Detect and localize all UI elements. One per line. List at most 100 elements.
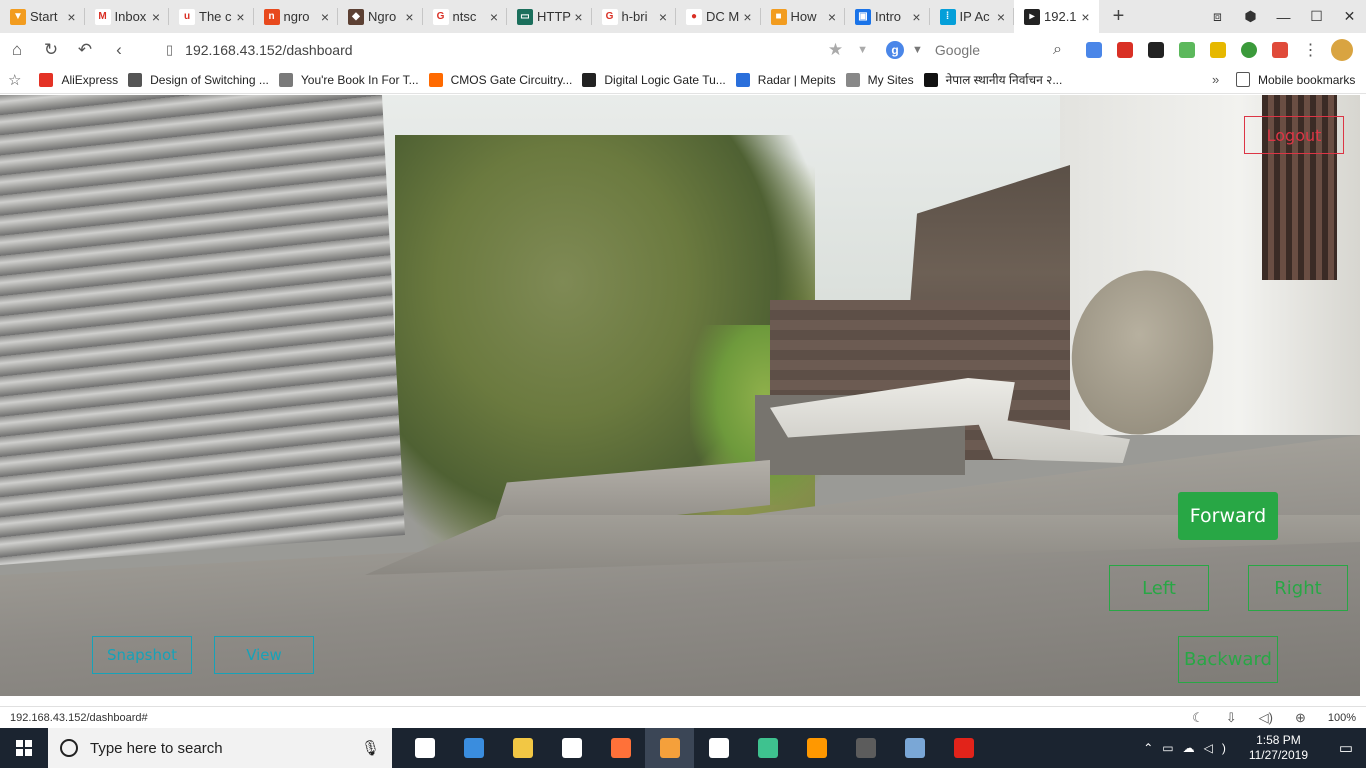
download-status-icon[interactable]: ⇩: [1226, 710, 1237, 726]
right-button[interactable]: Right: [1248, 565, 1348, 611]
taskbar-app-app-green[interactable]: [743, 728, 792, 768]
zoom-icon[interactable]: ⊕: [1295, 710, 1306, 726]
tab-close-icon[interactable]: ×: [656, 9, 670, 25]
tab-2[interactable]: M Inbox ×: [85, 0, 170, 33]
taskbar-app-app-orange[interactable]: [645, 728, 694, 768]
page-info-icon[interactable]: ▯: [166, 42, 173, 58]
globe-icon[interactable]: [1233, 33, 1264, 66]
translate-icon[interactable]: [1078, 33, 1109, 66]
bookmark-star-icon[interactable]: ★: [828, 40, 843, 60]
mute-icon[interactable]: ◁): [1259, 710, 1273, 726]
tab-close-icon[interactable]: ×: [487, 9, 501, 25]
bookmark-item[interactable]: CMOS Gate Circuitry...: [428, 72, 572, 87]
extension-yellow-icon[interactable]: [1202, 33, 1233, 66]
new-tab-button[interactable]: +: [1099, 0, 1139, 33]
bookmark-item[interactable]: नेपाल स्थानीय निर्वाचन २...: [923, 71, 1062, 88]
tab-5[interactable]: ◆ Ngro ×: [338, 0, 423, 33]
taskbar-app-store[interactable]: [547, 728, 596, 768]
tab-close-icon[interactable]: ×: [825, 9, 839, 25]
taskbar-app-app-tool[interactable]: [890, 728, 939, 768]
tab-11[interactable]: ▣ Intro ×: [845, 0, 930, 33]
tab-7[interactable]: ▭ HTTP ×: [507, 0, 592, 33]
taskbar-app-file-explorer[interactable]: [498, 728, 547, 768]
bookmark-star-icon[interactable]: ☆: [8, 71, 21, 89]
url-dropdown-icon[interactable]: ▼: [857, 44, 868, 56]
tab-1[interactable]: ▼ Start ×: [0, 0, 85, 33]
tab-manager-icon[interactable]: ⧈: [1201, 0, 1234, 33]
tab-close-icon[interactable]: ×: [403, 9, 417, 25]
tab-close-icon[interactable]: ×: [910, 9, 924, 25]
extension-mask-icon[interactable]: [1140, 33, 1171, 66]
tab-strip: ▼ Start × M Inbox × u The c × n ngro × ◆ Ngro × Gntsc × ▭…: [0, 0, 1366, 33]
tab-13[interactable]: ▸ 192.1 ×: [1014, 0, 1099, 33]
tab-close-icon[interactable]: ×: [572, 9, 586, 25]
tab-close-icon[interactable]: ×: [65, 9, 79, 25]
search-icon[interactable]: ⌕: [1053, 41, 1062, 59]
menu-icon[interactable]: ⋮: [1295, 33, 1326, 66]
undo-close-tab-icon[interactable]: ↶: [68, 33, 102, 66]
tab-4[interactable]: n ngro ×: [254, 0, 339, 33]
tab-3[interactable]: u The c ×: [169, 0, 254, 33]
logout-button[interactable]: Logout: [1244, 116, 1344, 154]
start-button[interactable]: [0, 728, 48, 768]
close-window-button[interactable]: ✕: [1333, 0, 1366, 33]
address-bar[interactable]: ▯ 192.168.43.152/dashboard ★ ▼: [160, 33, 868, 66]
search-engine-label[interactable]: Google: [935, 42, 1053, 58]
back-icon[interactable]: ‹: [102, 33, 136, 66]
view-button[interactable]: View: [214, 636, 314, 674]
tab-10[interactable]: ■ How ×: [761, 0, 846, 33]
bookmark-item[interactable]: My Sites: [845, 72, 914, 87]
clock[interactable]: 1:58 PM 11/27/2019: [1249, 733, 1308, 763]
bookmark-item[interactable]: AliExpress: [39, 72, 118, 87]
tab-9[interactable]: ● DC M ×: [676, 0, 761, 33]
tab-12[interactable]: ⁞ IP Ac ×: [930, 0, 1015, 33]
zoom-level[interactable]: 100%: [1328, 712, 1356, 724]
tab-close-icon[interactable]: ×: [234, 9, 248, 25]
taskbar-app-firefox[interactable]: [596, 728, 645, 768]
taskbar-app-app-game[interactable]: [841, 728, 890, 768]
taskbar-search[interactable]: Type here to search 🎙: [48, 728, 392, 768]
tab-close-icon[interactable]: ×: [994, 9, 1008, 25]
snapshot-button[interactable]: Snapshot: [92, 636, 192, 674]
url-text[interactable]: 192.168.43.152/dashboard: [185, 42, 828, 58]
tab-close-icon[interactable]: ×: [318, 9, 332, 25]
home-icon[interactable]: ⌂: [0, 33, 34, 66]
taskbar-app-sublime[interactable]: [792, 728, 841, 768]
search-box[interactable]: g ▼ Google ⌕: [886, 33, 1062, 66]
bookmark-item[interactable]: Design of Switching ...: [128, 72, 269, 87]
bookmark-item[interactable]: You're Book In For T...: [278, 72, 419, 87]
backward-button[interactable]: Backward: [1178, 636, 1278, 683]
forward-button[interactable]: Forward: [1178, 492, 1278, 540]
tab-close-icon[interactable]: ×: [149, 9, 163, 25]
taskbar-search-placeholder[interactable]: Type here to search: [90, 740, 361, 757]
maximize-button[interactable]: ☐: [1300, 0, 1333, 33]
tab-8[interactable]: Gh-bri ×: [592, 0, 677, 33]
extension-red-icon[interactable]: [1109, 33, 1140, 66]
tray-icons[interactable]: ⌃▭☁◁): [1143, 741, 1235, 755]
left-button[interactable]: Left: [1109, 565, 1209, 611]
bookmarks-overflow-icon[interactable]: »: [1212, 72, 1219, 87]
mobile-bookmarks[interactable]: Mobile bookmarks: [1236, 72, 1355, 87]
tab-6[interactable]: Gntsc ×: [423, 0, 508, 33]
megaphone-icon[interactable]: [1264, 33, 1295, 66]
taskbar-app-acrobat[interactable]: [939, 728, 988, 768]
download-icon[interactable]: [1171, 33, 1202, 66]
google-icon[interactable]: g: [886, 40, 904, 59]
extension-icon[interactable]: ⬢: [1234, 0, 1267, 33]
search-engine-dropdown-icon[interactable]: ▼: [912, 44, 923, 56]
reload-icon[interactable]: ↻: [34, 33, 68, 66]
night-mode-icon[interactable]: ☾: [1192, 710, 1204, 726]
tab-close-icon[interactable]: ×: [741, 9, 755, 25]
cortana-icon: [60, 739, 78, 757]
bookmark-item[interactable]: Digital Logic Gate Tu...: [582, 72, 726, 87]
bookmark-item[interactable]: Radar | Mepits: [735, 72, 836, 87]
taskbar-app-task-view[interactable]: [400, 728, 449, 768]
system-tray: ⌃▭☁◁) 1:58 PM 11/27/2019 ▭: [1143, 728, 1366, 768]
taskbar-app-settings[interactable]: [449, 728, 498, 768]
tab-close-icon[interactable]: ×: [1079, 9, 1093, 25]
notification-icon[interactable]: ▭: [1326, 728, 1366, 768]
minimize-button[interactable]: —: [1267, 0, 1300, 33]
microphone-icon[interactable]: 🎙: [361, 739, 380, 757]
taskbar-app-mail[interactable]: [694, 728, 743, 768]
avatar[interactable]: [1326, 33, 1357, 66]
